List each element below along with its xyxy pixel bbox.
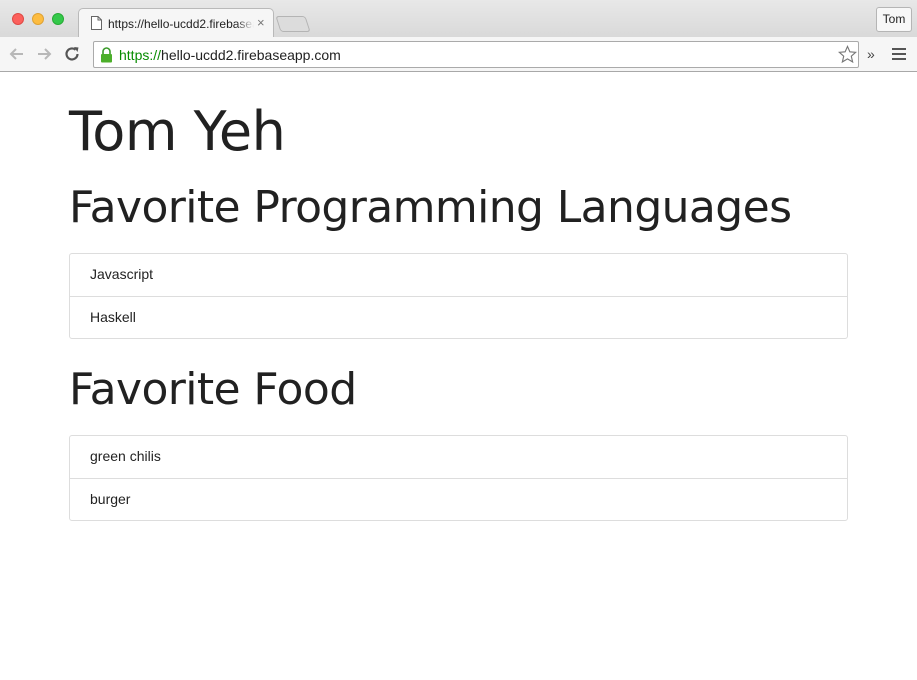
profile-button[interactable]: Tom [876,7,912,32]
languages-list: Javascript Haskell [69,253,848,339]
list-item: burger [70,478,847,520]
list-item: green chilis [90,448,161,464]
back-arrow-icon[interactable] [8,45,26,63]
forward-arrow-icon[interactable] [35,45,53,63]
star-icon[interactable] [838,45,857,64]
url-scheme: https:// [119,47,162,63]
page-content: Tom Yeh Favorite Programming Languages J… [69,72,848,521]
list-item: Javascript [90,266,154,282]
new-tab-button[interactable] [275,16,311,32]
languages-heading: Favorite Programming Languages [69,182,792,233]
url-text[interactable]: https://hello-ucdd2.firebaseapp.com [119,48,341,63]
lock-icon [101,47,112,63]
reload-icon[interactable] [63,45,81,63]
browser-titlebar: https://hello-ucdd2.firebaseapp.com × To… [0,0,917,37]
menu-icon[interactable] [892,48,906,60]
food-list: green chilis burger [69,435,848,521]
tab-title: https://hello-ucdd2.firebaseapp.com [108,17,254,31]
page-icon [91,16,102,30]
close-window-button[interactable] [12,13,24,25]
address-bar[interactable]: https://hello-ucdd2.firebaseapp.com [93,41,859,68]
extensions-overflow-button[interactable]: » [867,46,875,62]
browser-toolbar: https://hello-ucdd2.firebaseapp.com » [0,37,917,72]
list-item: Haskell [70,296,847,338]
tab-close-icon[interactable]: × [257,15,265,31]
page-title: Tom Yeh [69,100,286,163]
url-host: hello-ucdd2.firebaseapp.com [161,47,341,63]
minimize-window-button[interactable] [32,13,44,25]
zoom-window-button[interactable] [52,13,64,25]
browser-tab[interactable]: https://hello-ucdd2.firebaseapp.com × [78,8,274,37]
food-heading: Favorite Food [69,364,357,415]
